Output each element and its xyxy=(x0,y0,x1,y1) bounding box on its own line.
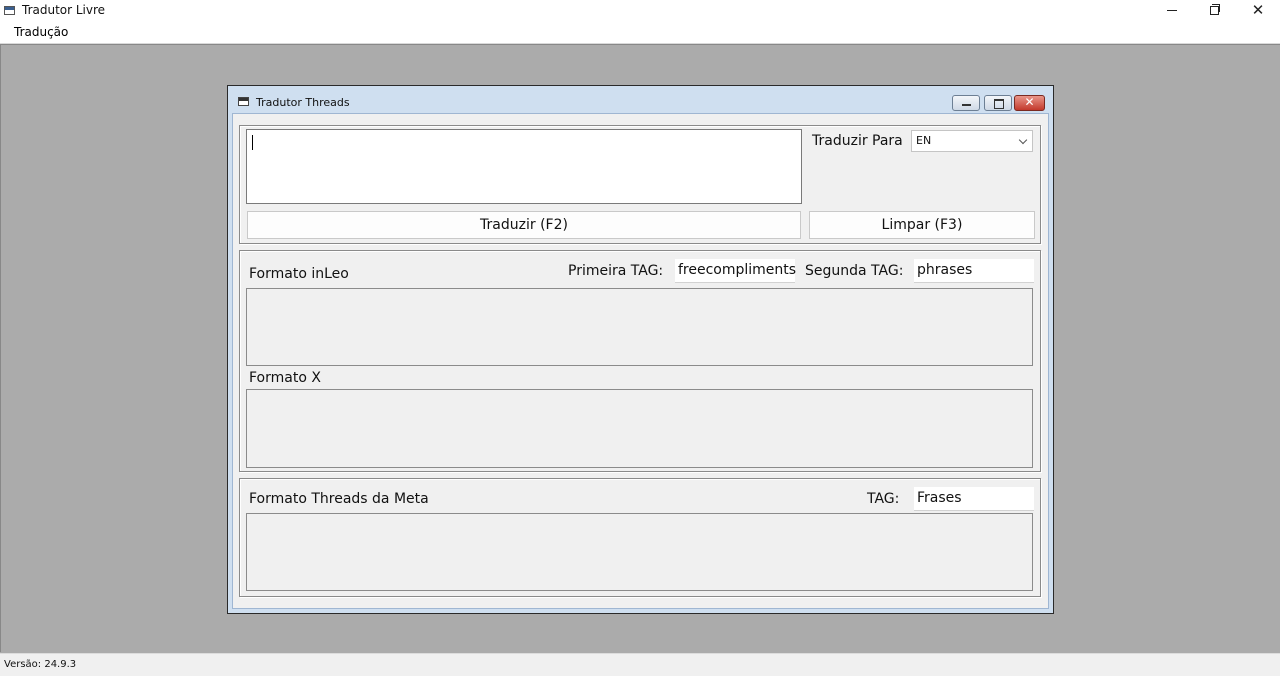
inleo-format-label: Formato inLeo xyxy=(249,266,349,282)
language-select-value: EN xyxy=(916,134,932,147)
child-window-tradutor-threads: Tradutor Threads Traduzir Para EN Traduz… xyxy=(227,85,1054,614)
threads-output-textarea[interactable] xyxy=(246,513,1033,591)
clear-button[interactable]: Limpar (F3) xyxy=(809,211,1035,239)
version-text: Versão: 24.9.3 xyxy=(4,659,77,670)
text-caret xyxy=(252,135,253,150)
first-tag-label: Primeira TAG: xyxy=(568,263,664,279)
maximize-icon[interactable] xyxy=(1192,0,1236,22)
app-titlebar: Tradutor Livre ✕ xyxy=(0,0,1280,22)
translate-input-group: Traduzir Para EN Traduzir (F2) Limpar (F… xyxy=(239,125,1041,244)
translate-to-label: Traduzir Para xyxy=(812,133,903,149)
x-format-label: Formato X xyxy=(249,370,321,386)
first-tag-input[interactable]: freecompliments xyxy=(675,259,796,283)
x-output-textarea[interactable] xyxy=(246,389,1033,468)
second-tag-input[interactable]: phrases xyxy=(914,259,1034,283)
inleo-x-group: Formato inLeo Primeira TAG: freecomplime… xyxy=(239,250,1041,472)
child-window-title: Tradutor Threads xyxy=(256,96,350,109)
child-window-icon xyxy=(238,97,249,106)
menu-item-traducao[interactable]: Tradução xyxy=(14,25,68,39)
threads-tag-input[interactable]: Frases xyxy=(914,487,1034,511)
language-select[interactable]: EN xyxy=(911,130,1033,152)
child-close-icon[interactable] xyxy=(1014,95,1045,111)
close-icon[interactable]: ✕ xyxy=(1236,0,1280,22)
threads-tag-label: TAG: xyxy=(867,491,900,507)
app-title: Tradutor Livre xyxy=(22,3,106,17)
second-tag-label: Segunda TAG: xyxy=(805,263,904,279)
child-minimize-icon[interactable] xyxy=(952,95,980,111)
chevron-down-icon xyxy=(1018,135,1028,145)
status-bar: Versão: 24.9.3 xyxy=(0,653,1280,676)
child-maximize-icon[interactable] xyxy=(984,95,1012,111)
threads-format-label: Formato Threads da Meta xyxy=(249,491,429,507)
threads-group: Formato Threads da Meta TAG: Frases xyxy=(239,478,1041,597)
inleo-output-textarea[interactable] xyxy=(246,288,1033,366)
translate-button[interactable]: Traduzir (F2) xyxy=(247,211,801,239)
app-icon xyxy=(4,6,15,15)
minimize-icon[interactable] xyxy=(1150,0,1194,22)
menu-bar: Tradução xyxy=(0,22,1280,44)
source-text-input[interactable] xyxy=(246,129,802,204)
